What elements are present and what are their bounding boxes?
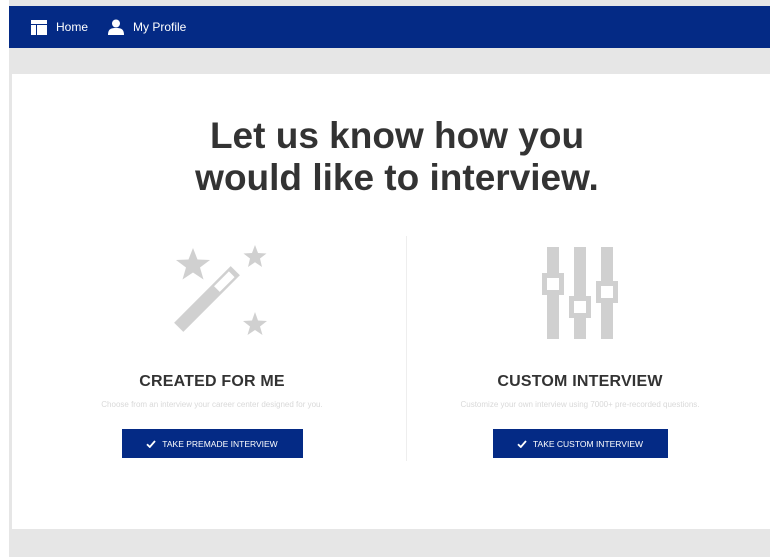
option-custom-interview: CUSTOM INTERVIEW Customize your own inte… [405,238,755,458]
button-label: TAKE PREMADE INTERVIEW [162,438,278,449]
check-icon [517,439,527,448]
left-edge [0,0,9,557]
nav-home-link[interactable]: Home [31,19,89,35]
layout-icon [31,19,47,35]
header-spacer [9,48,770,74]
page-title-line-2: would like to interview. [195,157,599,198]
sliders-icon [405,238,755,348]
page-title: Let us know how you would like to interv… [12,115,770,199]
take-custom-interview-button[interactable]: TAKE CUSTOM INTERVIEW [492,429,668,458]
magic-wand-icon [37,238,387,348]
footer-band [9,529,770,557]
option-description: Customize your own interview using 7000+… [460,400,700,409]
page-title-line-1: Let us know how you [209,115,585,156]
check-icon [146,439,156,448]
nav-home-label: Home [56,20,89,34]
button-label: TAKE CUSTOM INTERVIEW [532,438,644,449]
take-premade-interview-button[interactable]: TAKE PREMADE INTERVIEW [121,429,303,458]
nav-profile-label: My Profile [133,20,187,34]
option-title: CUSTOM INTERVIEW [497,373,663,390]
option-created-for-me: CREATED FOR ME Choose from an interview … [37,238,387,458]
option-title: CREATED FOR ME [139,373,285,390]
option-description: Choose from an interview your career cen… [101,400,323,409]
top-navbar: Home My Profile [9,6,770,48]
user-icon [108,19,125,35]
nav-profile-link[interactable]: My Profile [108,19,186,35]
